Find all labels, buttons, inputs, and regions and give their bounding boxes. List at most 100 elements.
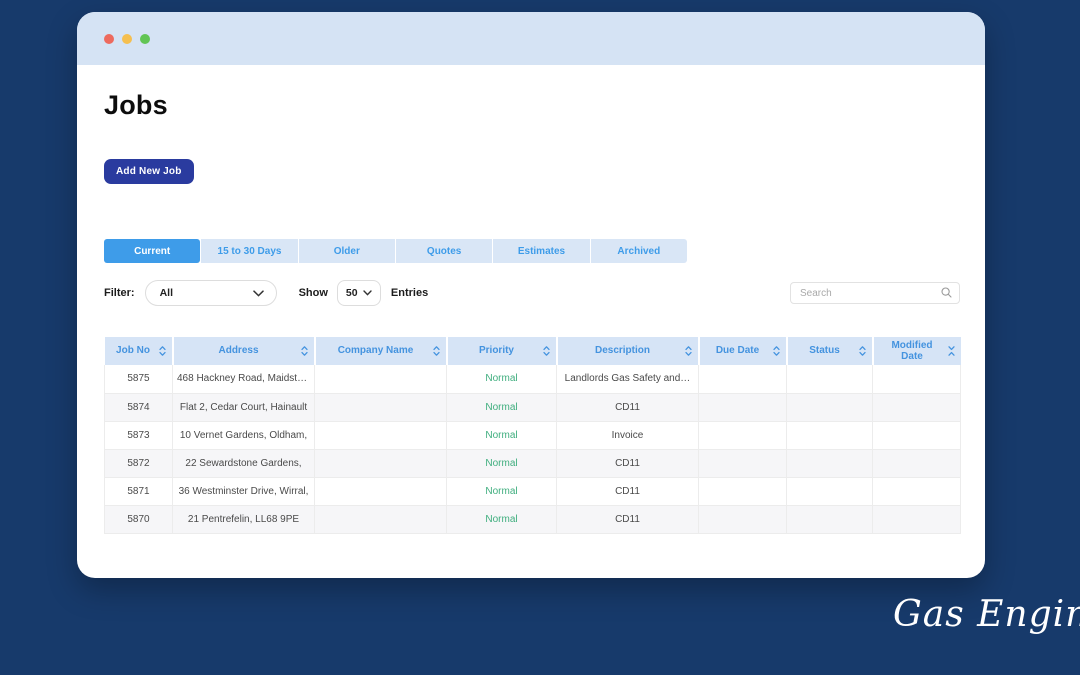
sort-icon	[433, 344, 440, 358]
filter-row: Filter: All Show 50 Entries	[104, 280, 960, 306]
column-header-description[interactable]: Description	[557, 337, 699, 365]
cell-modified	[873, 505, 961, 533]
sort-icon	[159, 344, 166, 358]
cell-status	[787, 477, 873, 505]
cell-priority: Normal	[447, 393, 557, 421]
cell-job-no: 5871	[105, 477, 173, 505]
column-header-modified-date[interactable]: Modified Date	[873, 337, 961, 365]
table-row[interactable]: 587310 Vernet Gardens, Oldham,NormalInvo…	[105, 421, 961, 449]
cell-address: Flat 2, Cedar Court, Hainault	[173, 393, 315, 421]
column-header-due-date[interactable]: Due Date	[699, 337, 787, 365]
cell-due-date	[699, 393, 787, 421]
cell-priority: Normal	[447, 449, 557, 477]
tab-older[interactable]: Older	[299, 239, 395, 263]
tab-archived[interactable]: Archived	[591, 239, 687, 263]
show-entries-value: 50	[346, 287, 358, 299]
table-row[interactable]: 5875468 Hackney Road, MaidstoneNormalLan…	[105, 365, 961, 393]
tab-estimates[interactable]: Estimates	[493, 239, 589, 263]
column-header-job-no[interactable]: Job No	[105, 337, 173, 365]
cell-company	[315, 421, 447, 449]
cell-company	[315, 477, 447, 505]
column-header-address[interactable]: Address	[173, 337, 315, 365]
page-title: Jobs	[104, 90, 960, 121]
column-label: Priority	[479, 345, 514, 356]
close-window-icon[interactable]	[104, 34, 114, 44]
cell-company	[315, 505, 447, 533]
cell-company	[315, 393, 447, 421]
cell-job-no: 5873	[105, 421, 173, 449]
sort-icon	[859, 344, 866, 358]
cell-job-no: 5874	[105, 393, 173, 421]
cell-address: 22 Sewardstone Gardens,	[173, 449, 315, 477]
cell-description: CD11	[557, 505, 699, 533]
cell-priority: Normal	[447, 505, 557, 533]
sort-icon	[948, 344, 955, 358]
tab-15-to-30-days[interactable]: 15 to 30 Days	[201, 239, 297, 263]
cell-modified	[873, 393, 961, 421]
cell-due-date	[699, 421, 787, 449]
tab-current[interactable]: Current	[104, 239, 200, 263]
cell-company	[315, 365, 447, 393]
show-label: Show	[299, 287, 328, 299]
filter-select[interactable]: All	[145, 280, 277, 306]
column-label: Description	[595, 345, 650, 356]
column-header-company-name[interactable]: Company Name	[315, 337, 447, 365]
cell-status	[787, 421, 873, 449]
table-row[interactable]: 587021 Pentrefelin, LL68 9PE NormalCD11	[105, 505, 961, 533]
entries-label: Entries	[391, 287, 428, 299]
table-row[interactable]: 5874Flat 2, Cedar Court, Hainault NormalC…	[105, 393, 961, 421]
show-entries-select[interactable]: 50	[337, 280, 381, 306]
cell-priority: Normal	[447, 477, 557, 505]
column-label: Due Date	[716, 345, 759, 356]
table-row[interactable]: 587222 Sewardstone Gardens, NormalCD11	[105, 449, 961, 477]
chevron-down-icon	[363, 290, 372, 296]
column-label: Status	[809, 345, 840, 356]
cell-modified	[873, 477, 961, 505]
filter-select-value: All	[160, 287, 173, 299]
tab-bar: Current15 to 30 DaysOlderQuotesEstimates…	[104, 239, 687, 263]
cell-due-date	[699, 449, 787, 477]
sort-icon	[685, 344, 692, 358]
cell-description: CD11	[557, 449, 699, 477]
cell-description: CD11	[557, 393, 699, 421]
table-header-row: Job No Address Company Name Priority Descrip…	[105, 337, 961, 365]
cell-job-no: 5875	[105, 365, 173, 393]
cell-address: 36 Westminster Drive, Wirral,	[173, 477, 315, 505]
minimize-window-icon[interactable]	[122, 34, 132, 44]
cell-job-no: 5872	[105, 449, 173, 477]
jobs-table: Job No Address Company Name Priority Descrip…	[104, 337, 961, 534]
tab-quotes[interactable]: Quotes	[396, 239, 492, 263]
cell-modified	[873, 365, 961, 393]
cell-modified	[873, 449, 961, 477]
cell-address: 21 Pentrefelin, LL68 9PE	[173, 505, 315, 533]
column-header-status[interactable]: Status	[787, 337, 873, 365]
window-titlebar	[77, 12, 985, 65]
cell-status	[787, 393, 873, 421]
cell-address: 468 Hackney Road, Maidstone	[173, 365, 315, 393]
cell-status	[787, 449, 873, 477]
app-window: Jobs Add New Job Current15 to 30 DaysOld…	[77, 12, 985, 578]
column-header-priority[interactable]: Priority	[447, 337, 557, 365]
cell-modified	[873, 421, 961, 449]
maximize-window-icon[interactable]	[140, 34, 150, 44]
chevron-down-icon	[253, 290, 264, 297]
gas-engineer-software-logo: Gas Engineer S	[893, 594, 1080, 635]
sort-icon	[543, 344, 550, 358]
column-label: Address	[218, 345, 258, 356]
cell-due-date	[699, 505, 787, 533]
cell-description: CD11	[557, 477, 699, 505]
table-row[interactable]: 587136 Westminster Drive, Wirral, NormalC…	[105, 477, 961, 505]
cell-description: Landlords Gas Safety and…	[557, 365, 699, 393]
column-label: Job No	[116, 345, 150, 356]
add-new-job-button[interactable]: Add New Job	[104, 159, 194, 184]
column-label: Company Name	[338, 345, 414, 356]
sort-icon	[773, 344, 780, 358]
cell-due-date	[699, 365, 787, 393]
cell-priority: Normal	[447, 421, 557, 449]
cell-job-no: 5870	[105, 505, 173, 533]
cell-due-date	[699, 477, 787, 505]
search-input[interactable]	[790, 282, 960, 304]
table-body: 5875468 Hackney Road, MaidstoneNormalLan…	[105, 365, 961, 533]
cell-status	[787, 365, 873, 393]
search-box	[790, 282, 960, 304]
